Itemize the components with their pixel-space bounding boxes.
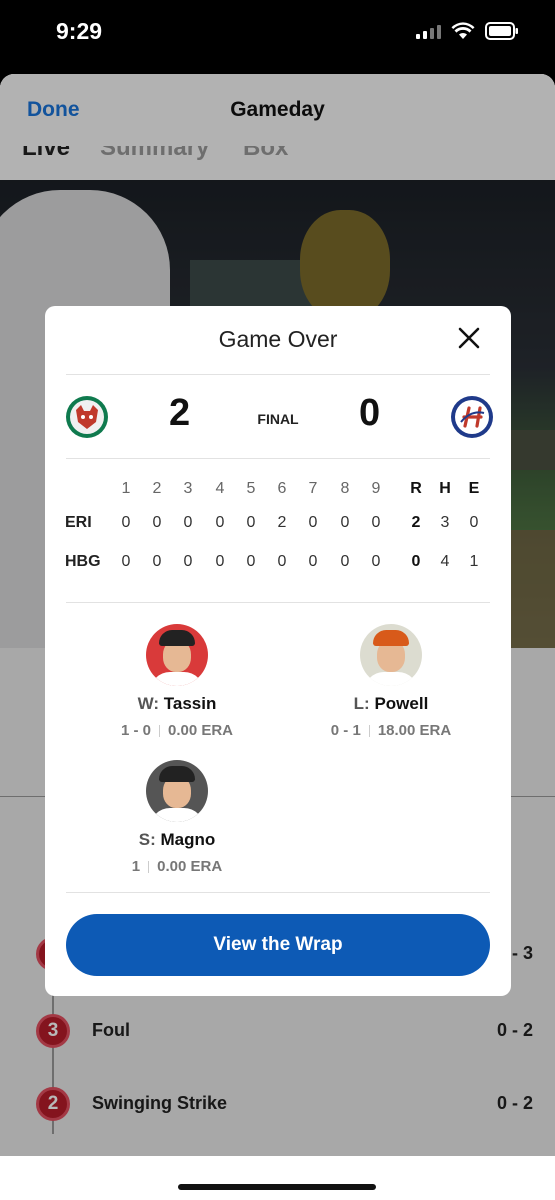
hits-total: 3 [440,514,450,531]
losing-pitcher[interactable]: L: Powell 0 - 1 18.00 ERA [291,624,491,739]
runs-total: 2 [411,514,421,531]
divider [66,458,490,459]
inning-header: 1 [121,480,131,497]
inning-header: 7 [308,480,318,497]
inning-score: 0 [246,514,256,531]
winning-pitcher[interactable]: W: Tassin 1 - 0 0.00 ERA [77,624,277,739]
team-abbr: ERI [65,514,92,531]
home-bar-area [0,1156,555,1200]
inning-header: 3 [183,480,193,497]
inning-score: 0 [183,514,193,531]
inning-header: 4 [215,480,225,497]
pitcher-stats: 1 0.00 ERA [131,858,223,875]
inning-score: 0 [340,553,350,570]
inning-score: 0 [215,553,225,570]
inning-score: 0 [152,553,162,570]
team-abbr: HBG [65,553,101,570]
errors-total: 0 [469,514,479,531]
inning-header: 8 [340,480,350,497]
inning-score: 0 [308,553,318,570]
home-score: 0 [359,392,381,434]
divider [66,892,490,893]
runs-header: R [410,480,422,497]
runs-total: 0 [411,553,421,570]
inning-score: 0 [308,514,318,531]
view-the-wrap-button[interactable]: View the Wrap [66,914,490,976]
hits-total: 4 [440,553,450,570]
close-icon[interactable] [455,324,483,352]
home-indicator[interactable] [178,1184,376,1190]
inning-header: 6 [277,480,287,497]
inning-score: 2 [277,514,287,531]
pitcher-name: S: Magno [138,830,216,849]
status-time: 9:29 [56,18,103,44]
pitcher-stats: 1 - 0 0.00 ERA [120,722,234,739]
inning-header: 2 [152,480,162,497]
linescore-row-away: ERI 0 0 0 0 0 2 0 0 0 2 3 0 [65,514,491,544]
inning-score: 0 [121,553,131,570]
game-status: FINAL [257,411,299,427]
avatar [146,760,208,822]
save-pitcher[interactable]: S: Magno 1 0.00 ERA [77,760,277,875]
inning-score: 0 [246,553,256,570]
inning-score: 0 [215,514,225,531]
inning-header: 9 [371,480,381,497]
linescore-row-home: HBG 0 0 0 0 0 0 0 0 0 0 4 1 [65,553,491,583]
inning-score: 0 [277,553,287,570]
avatar [146,624,208,686]
inning-score: 0 [152,514,162,531]
inning-header: 5 [246,480,256,497]
divider [66,602,490,603]
avatar [360,624,422,686]
pitcher-name: W: Tassin [137,694,217,713]
divider [66,374,490,375]
inning-score: 0 [371,553,381,570]
modal-title: Game Over [218,326,338,352]
inning-score: 0 [183,553,193,570]
cellular-signal-icon [416,23,441,39]
status-bar: 9:29 [0,0,555,70]
errors-total: 1 [469,553,479,570]
linescore-header-row: 1 2 3 4 5 6 7 8 9 R H E [65,480,491,510]
pitcher-stats: 0 - 1 18.00 ERA [330,722,452,739]
inning-score: 0 [121,514,131,531]
status-icons [416,22,519,40]
battery-icon [485,22,518,40]
hits-header: H [439,480,451,497]
harrisburg-senators-logo-icon [451,396,493,438]
errors-header: E [468,480,480,497]
wifi-icon [451,22,475,39]
pitcher-name: L: Powell [353,694,429,713]
inning-score: 0 [340,514,350,531]
inning-score: 0 [371,514,381,531]
game-over-modal: Game Over 2 FINAL 0 1 2 3 4 5 6 7 8 9 R … [45,306,511,996]
